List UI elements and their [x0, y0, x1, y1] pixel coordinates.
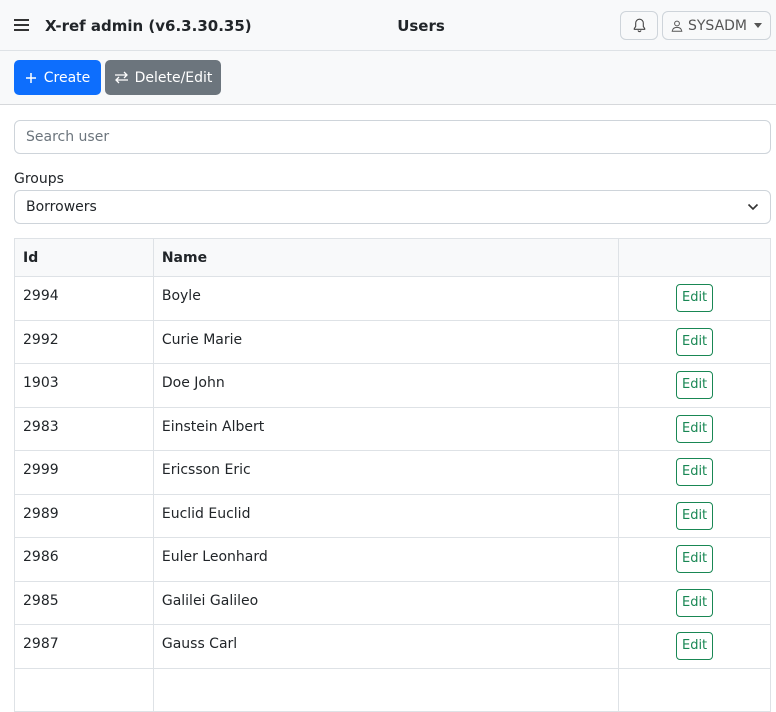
- user-menu-button[interactable]: SYSADM: [662, 11, 771, 40]
- top-navbar: X-ref admin (v6.3.30.35) Users SYSADM: [0, 0, 776, 51]
- action-cell: Edit: [618, 537, 771, 582]
- id-cell: 2985: [14, 580, 154, 625]
- table-row: 2987 Gauss Carl Edit: [14, 624, 771, 669]
- id-cell: 2987: [14, 624, 154, 669]
- groups-select[interactable]: Borrowers: [14, 190, 771, 224]
- page-title: Users: [397, 17, 445, 35]
- name-cell: Euclid Euclid: [152, 493, 620, 538]
- edit-button[interactable]: Edit: [676, 458, 714, 487]
- name-cell: Euler Leonhard: [152, 537, 620, 582]
- edit-button[interactable]: Edit: [676, 632, 714, 661]
- action-toolbar: Create Delete/Edit: [0, 51, 776, 105]
- groups-label: Groups: [14, 171, 64, 187]
- person-icon: [671, 20, 683, 32]
- action-cell: Edit: [618, 406, 771, 451]
- edit-button[interactable]: Edit: [676, 501, 714, 530]
- column-header-actions: [618, 238, 771, 277]
- edit-button[interactable]: Edit: [676, 588, 714, 617]
- delete-edit-label: Delete/Edit: [134, 69, 213, 86]
- table-row: 2992 Curie Marie Edit: [14, 319, 771, 364]
- action-cell: Edit: [618, 276, 771, 321]
- table-row: 2985 Galilei Galileo Edit: [14, 580, 771, 625]
- table-row: [14, 667, 771, 712]
- id-cell: [14, 667, 154, 712]
- id-cell: 2992: [14, 319, 154, 364]
- id-cell: 1903: [14, 363, 154, 408]
- table-row: 2994 Boyle Edit: [14, 276, 771, 321]
- edit-button[interactable]: Edit: [676, 545, 714, 574]
- action-cell: Edit: [618, 624, 771, 669]
- action-cell: Edit: [618, 363, 771, 408]
- caret-down-icon: [754, 23, 763, 28]
- groups-selected-value: Borrowers: [26, 199, 97, 215]
- plus-icon: [25, 72, 36, 83]
- id-cell: 2999: [14, 450, 154, 495]
- id-cell: 2983: [14, 406, 154, 451]
- name-cell: Curie Marie: [152, 319, 620, 364]
- id-cell: 2989: [14, 493, 154, 538]
- edit-button[interactable]: Edit: [676, 327, 714, 356]
- users-table: Id Name 2994 Boyle Edit 2992 Curie Marie…: [14, 238, 771, 712]
- action-cell: Edit: [618, 319, 771, 364]
- name-cell: Boyle: [152, 276, 620, 321]
- table-row: 2989 Euclid Euclid Edit: [14, 493, 771, 538]
- edit-button[interactable]: Edit: [676, 284, 714, 313]
- arrows-swap-icon: [114, 71, 128, 84]
- action-cell: Edit: [618, 580, 771, 625]
- column-header-id[interactable]: Id: [14, 238, 154, 277]
- create-label: Create: [43, 69, 91, 86]
- name-cell: [152, 667, 620, 712]
- table-row: 2986 Euler Leonhard Edit: [14, 537, 771, 582]
- bell-icon: [633, 18, 645, 33]
- chevron-down-icon: [747, 203, 759, 211]
- name-cell: Galilei Galileo: [152, 580, 620, 625]
- name-cell: Gauss Carl: [152, 624, 620, 669]
- edit-button[interactable]: Edit: [676, 414, 714, 443]
- column-header-name[interactable]: Name: [152, 238, 620, 277]
- edit-button[interactable]: Edit: [676, 371, 714, 400]
- name-cell: Einstein Albert: [152, 406, 620, 451]
- action-cell: Edit: [618, 450, 771, 495]
- create-button[interactable]: Create: [14, 60, 101, 95]
- notifications-button[interactable]: [620, 11, 658, 40]
- name-cell: Ericsson Eric: [152, 450, 620, 495]
- action-cell: Edit: [618, 493, 771, 538]
- delete-edit-button[interactable]: Delete/Edit: [105, 60, 221, 95]
- id-cell: 2986: [14, 537, 154, 582]
- user-name: SYSADM: [687, 17, 748, 34]
- id-cell: 2994: [14, 276, 154, 321]
- name-cell: Doe John: [152, 363, 620, 408]
- table-header-row: Id Name: [14, 238, 771, 277]
- table-row: 1903 Doe John Edit: [14, 363, 771, 408]
- table-row: 2999 Ericsson Eric Edit: [14, 450, 771, 495]
- action-cell: [618, 667, 771, 712]
- table-row: 2983 Einstein Albert Edit: [14, 406, 771, 451]
- search-input[interactable]: [14, 120, 771, 154]
